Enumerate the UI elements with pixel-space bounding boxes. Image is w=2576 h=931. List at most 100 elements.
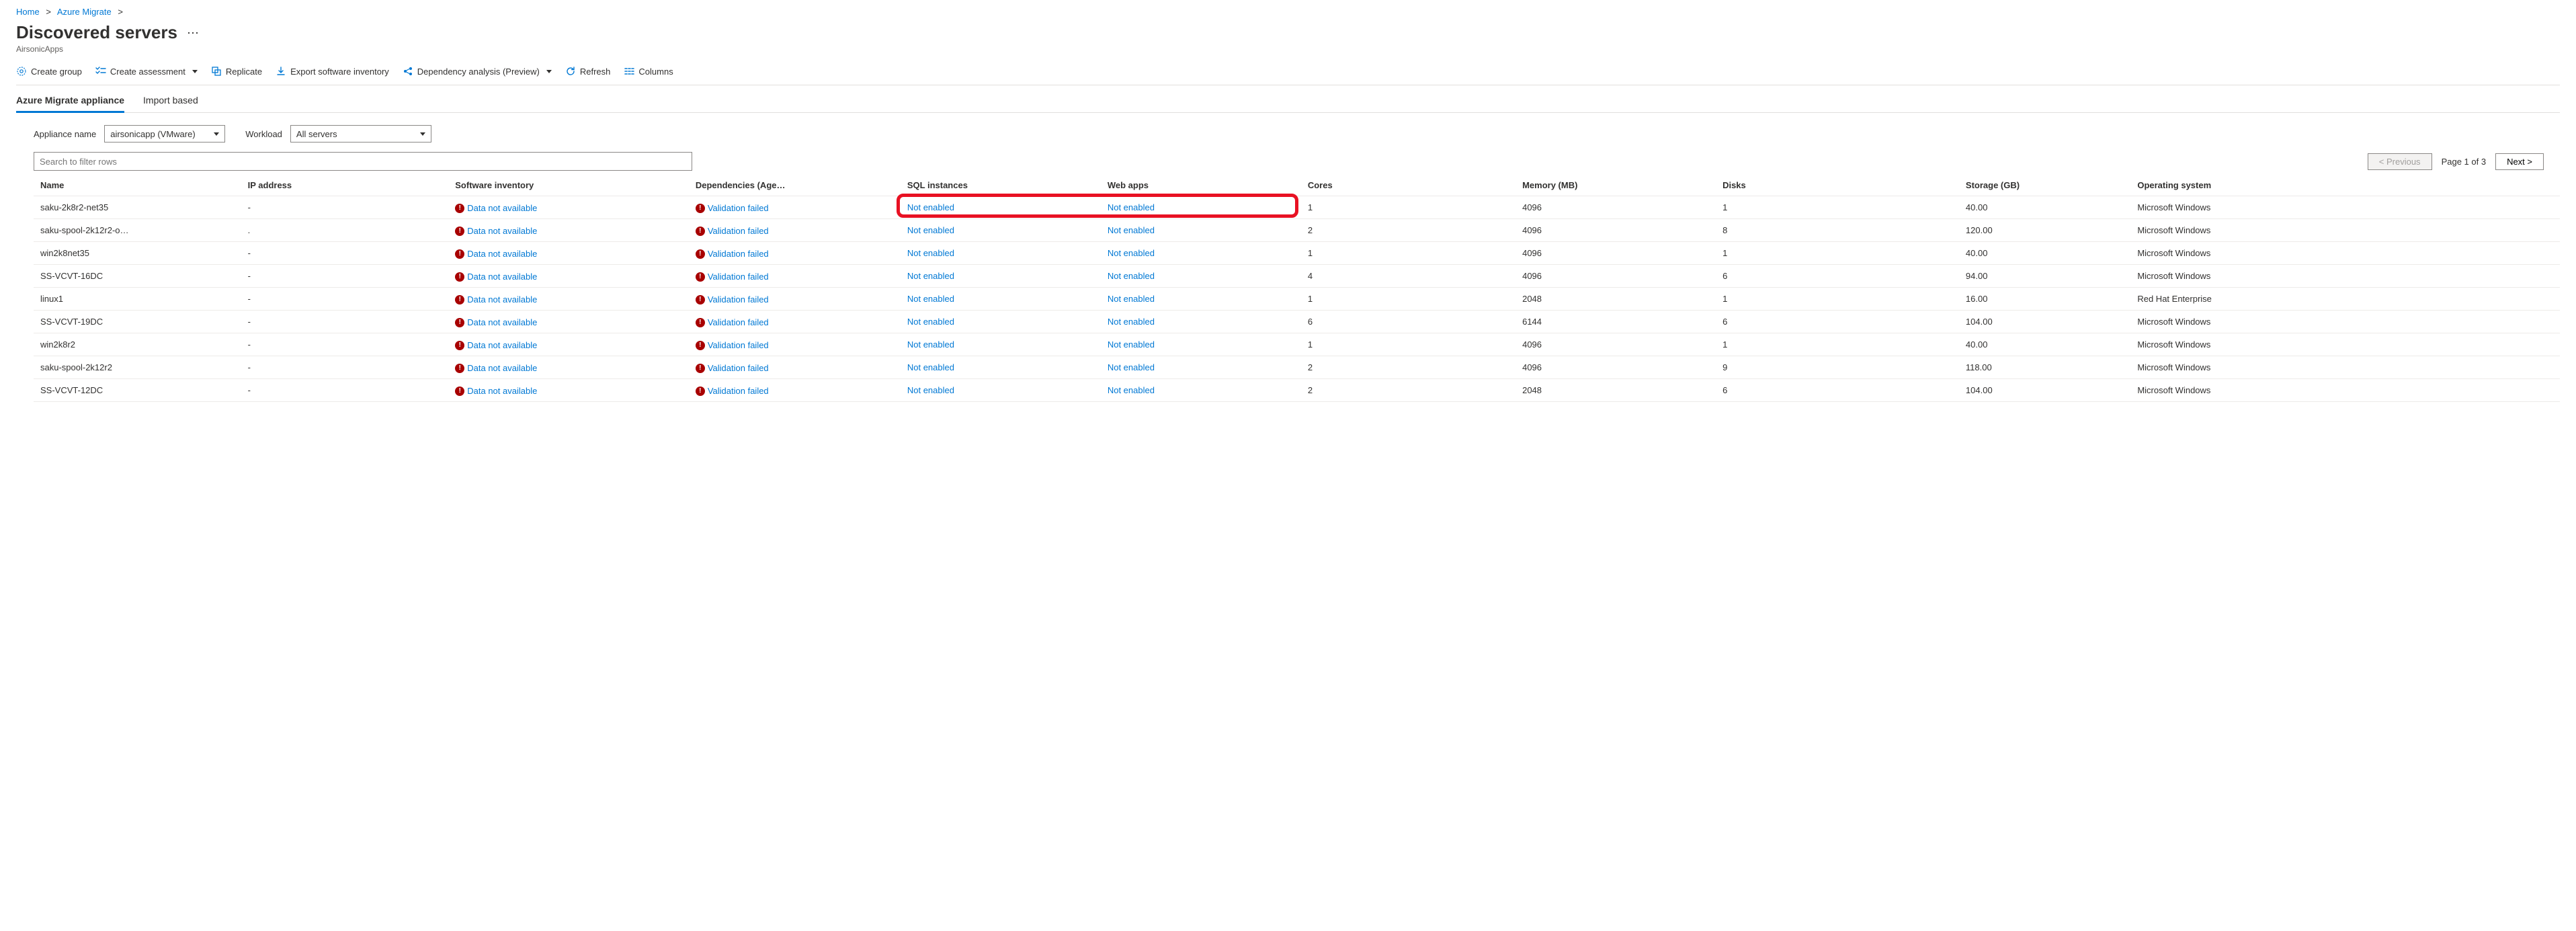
appliance-name-select[interactable]: airsonicapp (VMware) <box>104 125 225 143</box>
dependencies-link[interactable]: Validation failed <box>708 203 769 213</box>
dependencies-link[interactable]: Validation failed <box>708 340 769 350</box>
cell-sql: Not enabled <box>901 196 1101 219</box>
web-apps-link[interactable]: Not enabled <box>1108 202 1155 212</box>
table-row[interactable]: SS-VCVT-12DC-! Data not available! Valid… <box>34 379 2560 402</box>
dependencies-link[interactable]: Validation failed <box>708 317 769 327</box>
create-group-button[interactable]: Create group <box>16 66 82 77</box>
table-row[interactable]: win2k8net35-! Data not available! Valida… <box>34 242 2560 265</box>
error-icon: ! <box>696 227 705 236</box>
software-inventory-link[interactable]: Data not available <box>467 272 537 282</box>
table-row[interactable]: saku-spool-2k12r2-o….! Data not availabl… <box>34 219 2560 242</box>
col-os[interactable]: Operating system <box>2130 175 2560 196</box>
dependency-analysis-button[interactable]: Dependency analysis (Preview) <box>403 66 552 77</box>
web-apps-link[interactable]: Not enabled <box>1108 248 1155 258</box>
col-memory[interactable]: Memory (MB) <box>1515 175 1716 196</box>
breadcrumb-separator: > <box>42 7 55 17</box>
col-dependencies[interactable]: Dependencies (Age… <box>689 175 901 196</box>
cell-disks: 1 <box>1716 196 1959 219</box>
cell-ip: - <box>241 311 449 333</box>
table-row[interactable]: linux1-! Data not available! Validation … <box>34 288 2560 311</box>
columns-icon <box>624 66 634 77</box>
search-input[interactable] <box>34 152 692 171</box>
cell-software-inventory: ! Data not available <box>448 333 689 356</box>
col-sql-instances[interactable]: SQL instances <box>901 175 1101 196</box>
refresh-button[interactable]: Refresh <box>565 66 611 77</box>
software-inventory-link[interactable]: Data not available <box>467 363 537 373</box>
tab-import-based[interactable]: Import based <box>143 95 198 112</box>
cell-software-inventory: ! Data not available <box>448 242 689 265</box>
dependencies-link[interactable]: Validation failed <box>708 386 769 396</box>
table-row[interactable]: SS-VCVT-16DC-! Data not available! Valid… <box>34 265 2560 288</box>
col-cores[interactable]: Cores <box>1301 175 1515 196</box>
cell-software-inventory: ! Data not available <box>448 219 689 242</box>
cell-name: SS-VCVT-16DC <box>34 265 241 288</box>
software-inventory-link[interactable]: Data not available <box>467 226 537 236</box>
workload-select[interactable]: All servers <box>290 125 431 143</box>
sql-instances-link[interactable]: Not enabled <box>907 202 954 212</box>
sql-instances-link[interactable]: Not enabled <box>907 317 954 327</box>
dependencies-link[interactable]: Validation failed <box>708 272 769 282</box>
software-inventory-link[interactable]: Data not available <box>467 294 537 305</box>
software-inventory-link[interactable]: Data not available <box>467 317 537 327</box>
col-ip[interactable]: IP address <box>241 175 449 196</box>
breadcrumb-home[interactable]: Home <box>16 7 40 17</box>
tab-appliance[interactable]: Azure Migrate appliance <box>16 95 124 113</box>
create-assessment-button[interactable]: Create assessment <box>95 66 198 77</box>
pager: < Previous Page 1 of 3 Next > <box>2368 153 2544 170</box>
cell-storage: 104.00 <box>1959 311 2130 333</box>
previous-page-button[interactable]: < Previous <box>2368 153 2432 170</box>
sql-instances-link[interactable]: Not enabled <box>907 385 954 395</box>
cell-name: linux1 <box>34 288 241 311</box>
web-apps-link[interactable]: Not enabled <box>1108 294 1155 304</box>
col-name[interactable]: Name <box>34 175 241 196</box>
web-apps-link[interactable]: Not enabled <box>1108 271 1155 281</box>
cell-sql: Not enabled <box>901 333 1101 356</box>
error-icon: ! <box>455 249 464 259</box>
software-inventory-link[interactable]: Data not available <box>467 249 537 259</box>
web-apps-link[interactable]: Not enabled <box>1108 339 1155 350</box>
dependencies-link[interactable]: Validation failed <box>708 226 769 236</box>
table-row[interactable]: saku-2k8r2-net35-! Data not available! V… <box>34 196 2560 219</box>
error-icon: ! <box>455 387 464 396</box>
columns-button[interactable]: Columns <box>624 66 673 77</box>
cell-ip: - <box>241 379 449 402</box>
cell-sql: Not enabled <box>901 219 1101 242</box>
software-inventory-link[interactable]: Data not available <box>467 386 537 396</box>
more-actions-button[interactable]: ⋯ <box>187 26 199 40</box>
table-row[interactable]: saku-spool-2k12r2-! Data not available! … <box>34 356 2560 379</box>
dependencies-link[interactable]: Validation failed <box>708 363 769 373</box>
dependencies-link[interactable]: Validation failed <box>708 249 769 259</box>
cell-software-inventory: ! Data not available <box>448 356 689 379</box>
software-inventory-link[interactable]: Data not available <box>467 340 537 350</box>
next-page-button[interactable]: Next > <box>2495 153 2544 170</box>
web-apps-link[interactable]: Not enabled <box>1108 225 1155 235</box>
cell-name: saku-spool-2k12r2-o… <box>34 219 241 242</box>
table-row[interactable]: SS-VCVT-19DC-! Data not available! Valid… <box>34 311 2560 333</box>
sql-instances-link[interactable]: Not enabled <box>907 225 954 235</box>
col-software-inventory[interactable]: Software inventory <box>448 175 689 196</box>
create-assessment-label: Create assessment <box>110 67 185 77</box>
download-icon <box>276 66 286 77</box>
cell-sql: Not enabled <box>901 379 1101 402</box>
col-web-apps[interactable]: Web apps <box>1101 175 1301 196</box>
col-disks[interactable]: Disks <box>1716 175 1959 196</box>
sql-instances-link[interactable]: Not enabled <box>907 339 954 350</box>
sql-instances-link[interactable]: Not enabled <box>907 294 954 304</box>
web-apps-link[interactable]: Not enabled <box>1108 362 1155 372</box>
web-apps-link[interactable]: Not enabled <box>1108 317 1155 327</box>
filter-bar: Appliance name airsonicapp (VMware) Work… <box>34 125 2560 143</box>
col-storage[interactable]: Storage (GB) <box>1959 175 2130 196</box>
software-inventory-link[interactable]: Data not available <box>467 203 537 213</box>
replicate-button[interactable]: Replicate <box>211 66 262 77</box>
export-button[interactable]: Export software inventory <box>276 66 389 77</box>
sql-instances-link[interactable]: Not enabled <box>907 271 954 281</box>
table-row[interactable]: win2k8r2-! Data not available! Validatio… <box>34 333 2560 356</box>
cell-storage: 118.00 <box>1959 356 2130 379</box>
sql-instances-link[interactable]: Not enabled <box>907 362 954 372</box>
cell-web-apps: Not enabled <box>1101 333 1301 356</box>
breadcrumb-azure-migrate[interactable]: Azure Migrate <box>57 7 112 17</box>
web-apps-link[interactable]: Not enabled <box>1108 385 1155 395</box>
dependencies-link[interactable]: Validation failed <box>708 294 769 305</box>
sql-instances-link[interactable]: Not enabled <box>907 248 954 258</box>
chevron-down-icon <box>192 70 198 73</box>
